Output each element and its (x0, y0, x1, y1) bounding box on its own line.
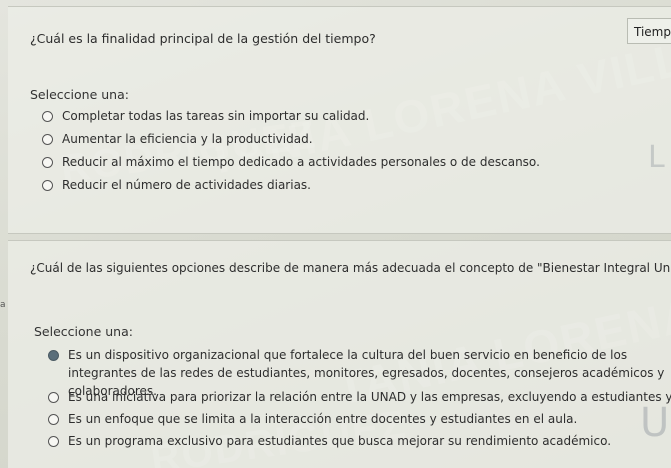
radio-button[interactable] (42, 157, 53, 168)
question-card-2: ¿Cuál de las siguientes opciones describ… (8, 240, 671, 468)
option-label: Reducir al máximo el tiempo dedicado a a… (62, 155, 540, 169)
answer-option[interactable]: Es un programa exclusivo para estudiante… (48, 434, 671, 456)
option-label: Reducir el número de actividades diarias… (62, 178, 311, 192)
answer-option[interactable]: Es un enfoque que se limita a la interac… (48, 412, 671, 434)
quiz-page: TANIA LORENA VILLALOBOS RODRIGUEZ TANIA … (0, 0, 671, 468)
radio-button[interactable] (42, 111, 53, 122)
select-prompt: Seleccione una: (34, 324, 133, 339)
option-label: Es un enfoque que se limita a la interac… (68, 412, 578, 426)
option-label: Aumentar la eficiencia y la productivida… (62, 132, 313, 146)
side-margin-mark: a (0, 300, 6, 310)
select-prompt: Seleccione una: (30, 87, 129, 102)
question-text: ¿Cuál es la finalidad principal de la ge… (30, 31, 376, 46)
radio-button[interactable] (42, 134, 53, 145)
question-text: ¿Cuál de las siguientes opciones describ… (30, 261, 671, 275)
answer-options: Completar todas las tareas sin importar … (42, 109, 540, 201)
question-flag-box: Tiempo (627, 18, 671, 44)
answer-options: Es un dispositivo organizacional que for… (48, 348, 671, 456)
answer-option[interactable]: Aumentar la eficiencia y la productivida… (42, 132, 540, 155)
option-label: Es una iniciativa para priorizar la rela… (68, 390, 671, 404)
answer-option[interactable]: Es un dispositivo organizacional que for… (48, 348, 671, 398)
background-decoration-u-icon: U (640, 400, 670, 446)
radio-button[interactable] (48, 436, 59, 447)
radio-button[interactable] (48, 392, 59, 403)
option-label: Completar todas las tareas sin importar … (62, 109, 370, 123)
option-label: Es un programa exclusivo para estudiante… (68, 434, 612, 448)
radio-button[interactable] (48, 414, 59, 425)
question-card-1: ¿Cuál es la finalidad principal de la ge… (8, 6, 671, 234)
answer-option[interactable]: Reducir al máximo el tiempo dedicado a a… (42, 155, 540, 178)
answer-option[interactable]: Reducir el número de actividades diarias… (42, 178, 540, 201)
radio-button[interactable] (42, 180, 53, 191)
answer-option[interactable]: Completar todas las tareas sin importar … (42, 109, 540, 132)
answer-option[interactable]: Es una iniciativa para priorizar la rela… (48, 390, 671, 412)
background-decoration-l-icon: L (648, 140, 665, 175)
radio-button[interactable] (48, 350, 59, 361)
